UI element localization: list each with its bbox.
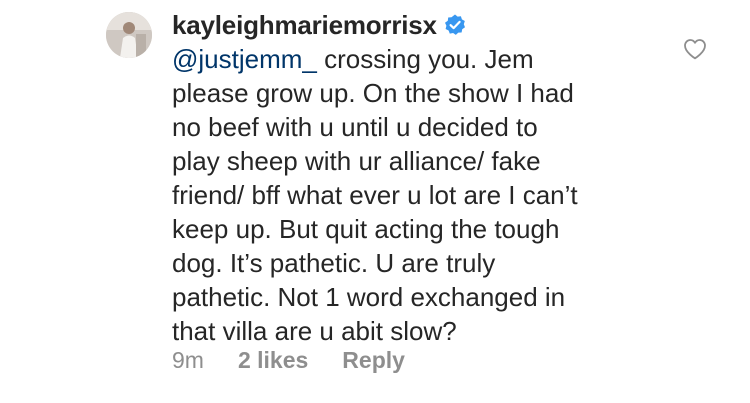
avatar[interactable] [106,12,152,58]
mention-link[interactable]: @justjemm_ [172,44,317,74]
timestamp: 9m [172,347,204,373]
comment-line-8: pathetic. Not 1 word exchanged in [172,282,566,312]
comment-line-1: crossing you. Jem [316,44,534,74]
username[interactable]: kayleighmariemorrisx [172,10,437,41]
comment-line-7: dog. It’s pathetic. U are truly [172,248,496,278]
comment-line-9: that villa are u abit slow? [172,316,457,346]
verified-badge-icon [443,13,467,37]
reply-button[interactable]: Reply [342,347,405,374]
comment-content: kayleighmariemorrisx @justjemm_ crossing… [172,8,652,348]
comment-line-2: please grow up. On the show I had [172,78,574,108]
avatar-image [106,12,152,58]
comment-header: kayleighmariemorrisx [172,8,652,42]
likes-count[interactable]: 2 likes [238,347,308,374]
comment-text: @justjemm_ crossing you. Jem please grow … [172,42,652,348]
comment-line-3: no beef with u until u decided to [172,112,538,142]
comment-line-5: friend/ bff what ever u lot are I can’t [172,180,578,210]
comment-meta: 9m 2 likes Reply [172,347,405,374]
comment: kayleighmariemorrisx @justjemm_ crossing… [0,0,750,403]
heart-outline-icon[interactable] [683,38,707,60]
comment-line-6: keep up. But quit acting the tough [172,214,560,244]
comment-line-4: play sheep with ur alliance/ fake [172,146,541,176]
